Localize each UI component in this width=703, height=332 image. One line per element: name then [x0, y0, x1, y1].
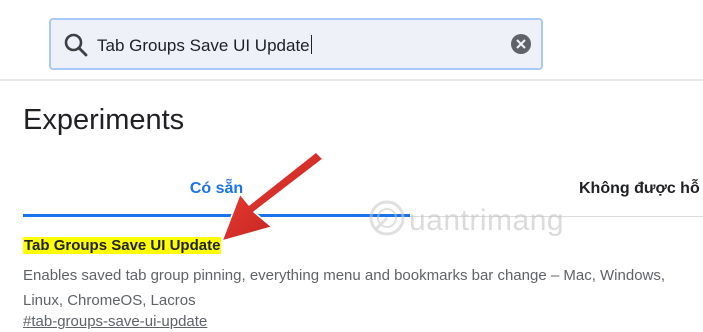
experiment-link[interactable]: #tab-groups-save-ui-update	[23, 313, 207, 330]
active-tab-indicator	[23, 214, 410, 217]
text-caret	[310, 35, 312, 54]
search-value[interactable]: Tab Groups Save UI Update	[97, 35, 312, 56]
search-input[interactable]: Tab Groups Save UI Update	[49, 18, 543, 70]
tab-unavailable[interactable]: Không được hỗ	[579, 180, 700, 198]
close-icon[interactable]	[511, 34, 531, 54]
header-divider	[0, 79, 703, 81]
watermark-text: uantrimang	[409, 204, 565, 237]
page-title: Experiments	[23, 104, 185, 136]
experiment-description: Enables saved tab group pinning, everyth…	[23, 267, 666, 309]
search-header: Tab Groups Save UI Update	[0, 0, 703, 80]
tab-available[interactable]: Có sẵn	[23, 180, 410, 198]
experiment-name: Tab Groups Save UI Update	[23, 237, 222, 254]
watermark: uantrimang	[365, 196, 595, 246]
search-icon	[64, 33, 88, 57]
watermark-logo-icon	[369, 200, 405, 236]
